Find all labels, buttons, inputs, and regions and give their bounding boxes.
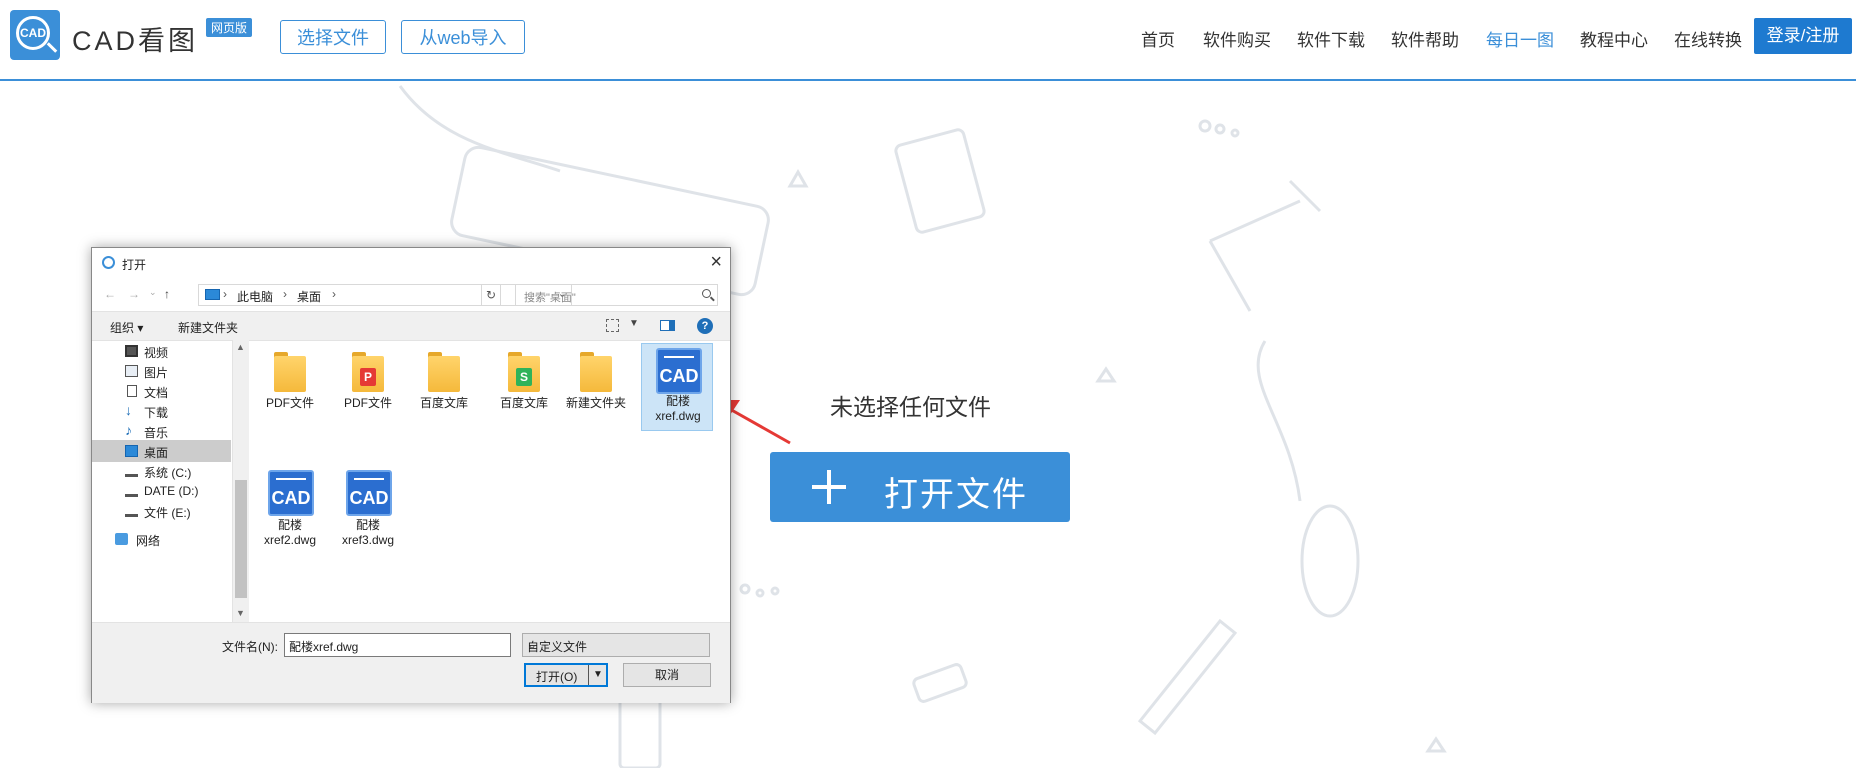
picture-icon xyxy=(125,365,138,377)
nav-item-label: 文件 (E:) xyxy=(144,506,191,520)
network-icon xyxy=(115,533,128,545)
open-button[interactable]: 打开(O) ▼ xyxy=(524,663,608,687)
download-icon: ↓ xyxy=(125,402,132,418)
open-options-dropdown-icon[interactable]: ▼ xyxy=(588,665,607,685)
scroll-down-icon[interactable]: ▼ xyxy=(236,608,245,618)
file-name: PDF文件 xyxy=(343,396,392,410)
search-box[interactable]: 搜索"桌面" xyxy=(515,284,718,306)
nav-item-network[interactable]: 网络 xyxy=(92,528,231,550)
view-options-icon[interactable] xyxy=(606,319,619,332)
dialog-toolbar: 组织 ▾ 新建文件夹 ▼ ? xyxy=(92,311,730,341)
nav-item-desktop[interactable]: 桌面 xyxy=(92,440,231,462)
file-type-select[interactable]: 自定义文件 ⌄ xyxy=(522,633,710,657)
navigation-pane: 视频 图片 文档 ↓ 下载 ♪ 音乐 桌面 系统 (C:) DATE (D:) xyxy=(92,340,233,622)
open-file-dialog: 打开 × ← → ⌄ ↑ › 此电脑 › 桌面 › ⌄ ↻ 搜索"桌面" 组织 … xyxy=(91,247,731,703)
file-name: 百度文库 xyxy=(499,396,548,410)
file-item[interactable]: P PDF文件 xyxy=(332,340,404,428)
nav-item-drive-c[interactable]: 系统 (C:) xyxy=(92,460,231,482)
breadcrumb-sep: › xyxy=(283,287,287,301)
nav-item-downloads[interactable]: ↓ 下载 xyxy=(92,400,231,422)
forward-arrow-icon[interactable]: → xyxy=(128,287,140,301)
nav-item-documents[interactable]: 文档 xyxy=(92,380,231,402)
nav-item-music[interactable]: ♪ 音乐 xyxy=(92,420,231,442)
nav-item-drive-e[interactable]: 文件 (E:) xyxy=(92,500,231,522)
wps-folder-icon: S xyxy=(504,348,544,392)
organize-menu[interactable]: 组织 ▾ xyxy=(110,319,143,336)
filename-input[interactable]: 配楼xref.dwg ⌄ xyxy=(284,633,511,657)
help-icon[interactable]: ? xyxy=(697,318,713,334)
new-folder-button[interactable]: 新建文件夹 xyxy=(178,319,238,336)
nav-item-videos[interactable]: 视频 xyxy=(92,340,231,362)
up-arrow-icon[interactable]: ↑ xyxy=(164,287,170,301)
breadcrumb-this-pc[interactable]: 此电脑 xyxy=(237,288,273,305)
preview-pane-icon[interactable] xyxy=(660,320,675,331)
breadcrumb-sep: › xyxy=(223,287,227,301)
file-name: 百度文库 xyxy=(419,396,468,410)
breadcrumb-sep: › xyxy=(332,287,336,301)
nav-item-label: 视频 xyxy=(144,346,169,360)
folder-icon xyxy=(424,348,464,392)
desktop-icon xyxy=(125,445,138,457)
file-item[interactable]: S 百度文库 xyxy=(488,340,560,428)
nav-item-label: 图片 xyxy=(144,366,169,380)
nav-item-label: 音乐 xyxy=(144,426,169,440)
pdf-folder-icon: P xyxy=(348,348,388,392)
file-list: PDF文件 P PDF文件 百度文库 S 百度文库 新建文件夹 CAD 配楼 x… xyxy=(252,340,728,622)
music-icon: ♪ xyxy=(125,422,132,438)
drive-icon xyxy=(125,488,138,497)
file-item[interactable]: 新建文件夹 xyxy=(560,340,632,428)
document-icon xyxy=(127,385,137,397)
file-name: 配楼 xref.dwg xyxy=(655,394,701,423)
file-name: PDF文件 xyxy=(265,396,314,410)
cancel-button[interactable]: 取消 xyxy=(623,663,711,687)
view-dropdown-icon[interactable]: ▼ xyxy=(629,318,639,329)
search-icon xyxy=(702,289,711,298)
back-arrow-icon[interactable]: ← xyxy=(104,287,116,301)
file-name: 配楼 xref2.dwg xyxy=(263,518,317,547)
file-name: 新建文件夹 xyxy=(565,396,626,410)
nav-item-label: 系统 (C:) xyxy=(144,466,192,480)
dialog-app-icon xyxy=(102,256,115,269)
drive-icon xyxy=(125,468,138,477)
file-item[interactable]: CAD 配楼 xref3.dwg xyxy=(332,468,404,556)
dialog-title: 打开 xyxy=(122,258,147,272)
file-name: 配楼 xref3.dwg xyxy=(341,518,395,547)
nav-scrollbar[interactable]: ▲ ▼ xyxy=(233,340,249,622)
video-icon xyxy=(125,345,138,357)
scroll-thumb[interactable] xyxy=(235,480,247,598)
recent-dropdown-icon[interactable]: ⌄ xyxy=(149,287,157,298)
cad-file-icon: CAD xyxy=(342,468,392,516)
folder-icon xyxy=(576,348,616,392)
cad-icon-text: CAD xyxy=(268,470,314,516)
cad-file-icon: CAD xyxy=(264,468,314,516)
chevron-down-icon[interactable]: ⌄ xyxy=(289,638,505,652)
nav-item-label: DATE (D:) xyxy=(144,484,199,498)
dialog-footer: 文件名(N): 配楼xref.dwg ⌄ 自定义文件 ⌄ 打开(O) ▼ 取消 xyxy=(92,622,730,703)
nav-item-label: 下载 xyxy=(144,406,169,420)
search-placeholder: 搜索"桌面" xyxy=(524,292,576,304)
nav-item-drive-d[interactable]: DATE (D:) xyxy=(92,480,231,502)
file-item-selected[interactable]: CAD 配楼 xref.dwg xyxy=(641,343,713,431)
file-item[interactable]: 百度文库 xyxy=(408,340,480,428)
nav-item-label: 网络 xyxy=(136,534,161,548)
drive-icon xyxy=(125,508,138,517)
file-item[interactable]: CAD 配楼 xref2.dwg xyxy=(254,468,326,556)
cad-icon-text: CAD xyxy=(656,348,702,394)
scroll-up-icon[interactable]: ▲ xyxy=(236,342,245,352)
nav-item-label: 文档 xyxy=(144,386,169,400)
refresh-icon[interactable]: ↻ xyxy=(481,284,501,306)
close-icon[interactable]: × xyxy=(710,251,722,274)
cad-file-icon: CAD xyxy=(652,346,702,394)
computer-icon xyxy=(205,289,220,300)
dialog-titlebar: 打开 × xyxy=(92,248,730,278)
nav-item-label: 桌面 xyxy=(144,446,169,460)
cad-icon-text: CAD xyxy=(346,470,392,516)
file-item[interactable]: PDF文件 xyxy=(254,340,326,428)
breadcrumb-desktop[interactable]: 桌面 xyxy=(297,288,321,305)
filename-label: 文件名(N): xyxy=(222,640,278,654)
folder-icon xyxy=(270,348,310,392)
chevron-down-icon: ⌄ xyxy=(527,638,538,652)
open-button-label: 打开(O) xyxy=(536,670,578,684)
nav-item-pictures[interactable]: 图片 xyxy=(92,360,231,382)
